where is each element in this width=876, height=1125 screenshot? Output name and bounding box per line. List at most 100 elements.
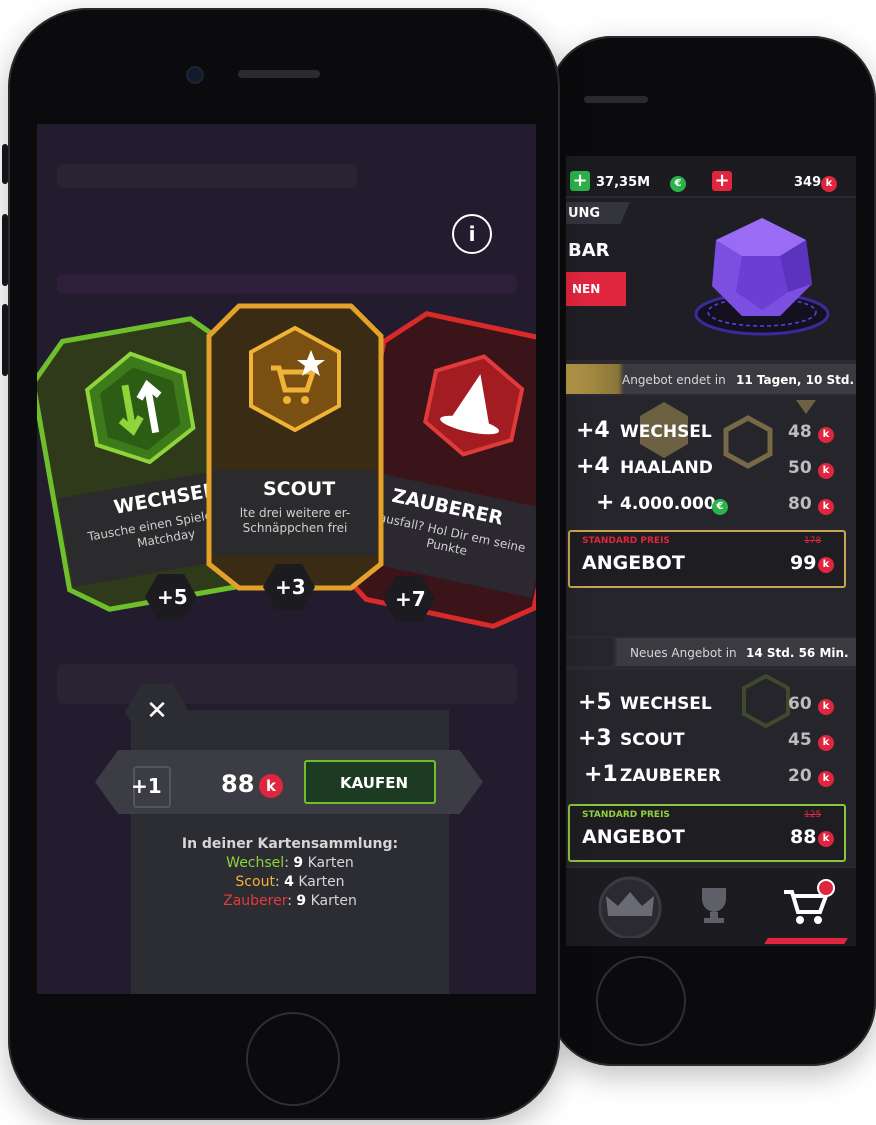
offer1-item3-price: 80 bbox=[788, 494, 812, 514]
card-description: lte drei weitere er-Schnäppchen frei bbox=[239, 506, 351, 535]
euro-badge: € bbox=[670, 173, 686, 192]
bonus-value: +5 bbox=[157, 585, 188, 609]
offer2-item2-qty: +3 bbox=[578, 726, 612, 751]
collection-item-count: 9 bbox=[293, 855, 304, 871]
offer1-item1-price: 48 bbox=[788, 422, 812, 442]
offer2-item3-name: ZAUBERER bbox=[620, 766, 722, 786]
banner-title: BAR bbox=[568, 240, 610, 261]
collection-item-unit: Karten bbox=[298, 874, 345, 890]
offer2-timer-prefix: Neues Angebot in bbox=[630, 646, 737, 660]
gem-icon bbox=[694, 218, 830, 336]
collection-item: Scout: 4 Karten bbox=[235, 874, 345, 890]
k-badge: k bbox=[818, 696, 834, 715]
offer1-item2-qty: +4 bbox=[576, 454, 610, 479]
offer1-timer-bar: Angebot endet in 11 Tagen, 10 Std. bbox=[566, 364, 856, 394]
bonus-value: +7 bbox=[395, 587, 426, 611]
collection-item-unit: Karten bbox=[310, 893, 357, 909]
volume-up-button bbox=[2, 214, 8, 286]
banner-button-label: NEN bbox=[572, 282, 601, 296]
coins-value: 349 bbox=[794, 175, 822, 190]
offer2-item3-qty: +1 bbox=[584, 762, 618, 787]
cards-screen: i ZAUBERER rausfall? Hol Dir em seine Pu… bbox=[37, 124, 536, 994]
offer2-offer-price: 88 bbox=[790, 826, 817, 848]
cart-star-icon bbox=[249, 325, 341, 433]
banner-tag: UNG bbox=[568, 206, 601, 221]
offer1-item2-price: 50 bbox=[788, 458, 812, 478]
collection-item-name: Zauberer bbox=[223, 893, 288, 909]
collection-item-unit: Karten bbox=[307, 855, 354, 871]
offer2-item3-price: 20 bbox=[788, 766, 812, 786]
bottom-nav bbox=[566, 868, 856, 946]
speaker bbox=[238, 70, 320, 78]
collection-item-count: 4 bbox=[284, 874, 294, 890]
currency-bar: + 37,35M € + 349 k bbox=[566, 156, 856, 196]
crown-icon[interactable] bbox=[592, 874, 668, 938]
card-title: SCOUT bbox=[263, 478, 336, 500]
k-badge: k bbox=[818, 828, 834, 847]
collection-item-name: Wechsel bbox=[226, 855, 285, 871]
offer2-item2-price: 45 bbox=[788, 730, 812, 750]
k-badge: k bbox=[818, 768, 834, 787]
k-badge: k bbox=[818, 460, 834, 479]
front-camera bbox=[188, 68, 202, 82]
banner-button[interactable]: NEN bbox=[566, 272, 626, 306]
offer1-item3-name: 4.000.000 bbox=[620, 494, 716, 514]
shop-screen: + 37,35M € + 349 k UNG BAR NEN Angebot e… bbox=[566, 156, 856, 946]
swap-arrows-icon bbox=[84, 351, 196, 465]
purchase-quantity: +1 bbox=[131, 774, 162, 798]
offer1-offer-price: 99 bbox=[790, 552, 817, 574]
offer2-item1-price: 60 bbox=[788, 694, 812, 714]
background-blur bbox=[57, 664, 517, 704]
collection-item-name: Scout bbox=[235, 874, 275, 890]
offer1-item1-qty: +4 bbox=[576, 418, 610, 443]
offer1-panel: +4 WECHSEL 48 k +4 HAALAND 50 k + 4.000.… bbox=[566, 396, 856, 636]
offer1-old-price: 178 bbox=[804, 536, 822, 546]
mute-switch bbox=[2, 144, 8, 184]
volume-down-button bbox=[2, 304, 8, 376]
add-money-button[interactable]: + bbox=[570, 171, 590, 191]
offer1-timer-prefix: Angebot endet in bbox=[622, 373, 726, 387]
offer2-item2-name: SCOUT bbox=[620, 730, 685, 750]
offer1-timer-value: 11 Tagen, 10 Std. bbox=[736, 373, 855, 387]
offer2-panel: +5 WECHSEL 60 k +3 SCOUT 45 k +1 ZAUBERE… bbox=[566, 670, 856, 866]
offer2-buy-button[interactable]: STANDARD PREIS 125 ANGEBOT 88 k bbox=[568, 804, 846, 862]
offer1-item3-qty: + bbox=[596, 490, 615, 515]
offer1-item1-name: WECHSEL bbox=[620, 422, 712, 442]
background-blur bbox=[57, 164, 357, 188]
offer2-old-price: 125 bbox=[804, 810, 822, 820]
cart-icon[interactable] bbox=[778, 878, 838, 928]
bonus-value: +3 bbox=[275, 575, 306, 599]
home-button[interactable] bbox=[246, 1012, 340, 1106]
speaker bbox=[584, 96, 648, 103]
k-badge: k bbox=[818, 496, 834, 515]
offer2-offer-label: ANGEBOT bbox=[582, 826, 685, 848]
collection-heading: In deiner Kartensammlung: bbox=[181, 836, 399, 852]
offer2-timer-bar: Neues Angebot in 14 Std. 56 Min. bbox=[566, 638, 856, 666]
offer1-standard-label: STANDARD PREIS bbox=[582, 536, 670, 546]
offer2-item1-qty: +5 bbox=[578, 690, 612, 715]
buy-button-label: KAUFEN bbox=[340, 774, 408, 792]
k-badge: k bbox=[818, 732, 834, 751]
info-icon[interactable]: i bbox=[452, 214, 492, 254]
offer1-offer-label: ANGEBOT bbox=[582, 552, 685, 574]
banner: UNG BAR NEN bbox=[566, 198, 856, 360]
k-badge: k bbox=[821, 173, 837, 192]
home-button[interactable] bbox=[596, 956, 686, 1046]
purchase-price: 88 bbox=[221, 770, 255, 798]
offer2-item1-name: WECHSEL bbox=[620, 694, 712, 714]
add-coins-button[interactable]: + bbox=[712, 171, 732, 191]
card-scout[interactable]: SCOUT lte drei weitere er-Schnäppchen fr… bbox=[205, 302, 385, 592]
background-blur bbox=[57, 274, 517, 294]
collection-item: Zauberer: 9 Karten bbox=[223, 893, 357, 909]
k-badge: k bbox=[818, 554, 834, 573]
k-badge: k bbox=[818, 424, 834, 443]
collection-item-count: 9 bbox=[296, 893, 307, 909]
money-value: 37,35M bbox=[596, 175, 651, 190]
active-tab-indicator bbox=[764, 938, 848, 944]
offer1-buy-button[interactable]: STANDARD PREIS 178 ANGEBOT 99 k bbox=[568, 530, 846, 588]
collection-item: Wechsel: 9 Karten bbox=[226, 855, 354, 871]
euro-badge: € bbox=[712, 496, 728, 515]
buy-button[interactable]: KAUFEN bbox=[304, 760, 436, 804]
trophy-icon[interactable] bbox=[694, 884, 734, 924]
offer1-item2-name: HAALAND bbox=[620, 458, 713, 478]
